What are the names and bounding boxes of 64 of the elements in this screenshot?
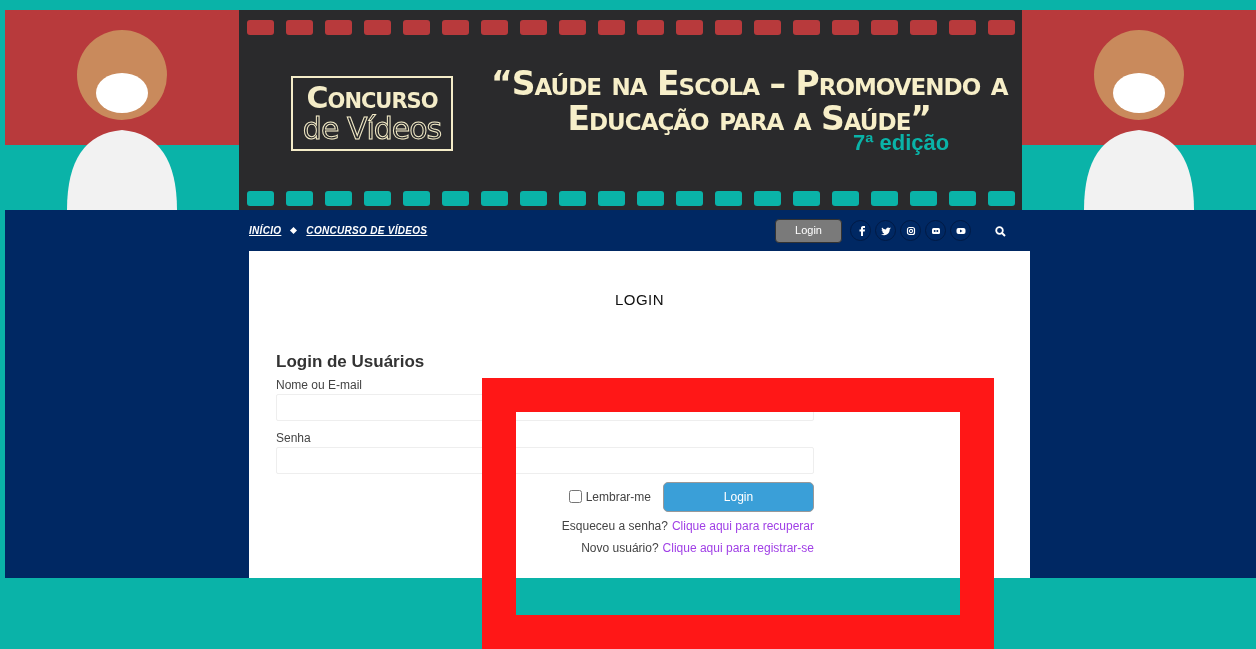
film-hole	[870, 20, 898, 35]
film-hole	[948, 20, 976, 35]
film-hole	[285, 191, 313, 206]
film-hole	[792, 20, 820, 35]
film-hole	[558, 191, 586, 206]
film-hole	[597, 20, 625, 35]
flickr-link[interactable]	[925, 220, 946, 241]
youtube-link[interactable]	[950, 220, 971, 241]
film-hole	[402, 191, 430, 206]
badge-text: Concurso	[305, 81, 438, 113]
film-hole	[597, 191, 625, 206]
film-hole	[285, 20, 313, 35]
breadcrumb-link[interactable]: INÍCIO	[249, 223, 282, 238]
film-hole	[753, 20, 781, 35]
film-hole	[948, 191, 976, 206]
form-title: Login de Usuários	[276, 351, 426, 373]
film-hole	[714, 191, 742, 206]
film-hole	[558, 20, 586, 35]
film-hole	[909, 20, 937, 35]
film-hole	[480, 20, 508, 35]
film-hole	[675, 191, 703, 206]
help-text: Esqueceu a senha?	[561, 517, 668, 534]
submit-button[interactable]: Login	[663, 481, 814, 512]
login-button[interactable]: Login	[775, 218, 842, 243]
film-hole	[402, 20, 430, 35]
instagram-link[interactable]	[900, 220, 921, 241]
film-hole	[909, 191, 937, 206]
film-hole	[675, 20, 703, 35]
checkbox-label: Lembrar-me	[585, 488, 651, 506]
film-hole	[987, 20, 1015, 35]
help-text: Novo usuário?	[581, 539, 659, 556]
film-hole	[636, 20, 664, 35]
film-hole	[324, 191, 352, 206]
film-hole	[441, 20, 469, 35]
film-hole	[753, 191, 781, 206]
help-link[interactable]: Clique aqui para registrar-se	[662, 539, 814, 556]
film-hole	[792, 191, 820, 206]
twitter-link[interactable]	[875, 220, 896, 241]
film-hole	[519, 20, 547, 35]
film-hole	[441, 191, 469, 206]
help-link[interactable]: Clique aqui para recuperar	[671, 517, 814, 534]
film-hole	[636, 191, 664, 206]
breadcrumb-link[interactable]: CONCURSO DE VÍDEOS	[306, 223, 428, 238]
film-hole	[831, 20, 859, 35]
page-heading: LOGIN	[613, 290, 666, 309]
film-hole	[519, 191, 547, 206]
film-hole	[480, 191, 508, 206]
facebook-link[interactable]	[850, 220, 871, 241]
film-hole	[363, 191, 391, 206]
film-hole	[714, 20, 742, 35]
remember-checkbox[interactable]	[568, 490, 582, 503]
field-label: Senha	[276, 429, 312, 447]
film-hole	[363, 20, 391, 35]
film-hole	[246, 191, 274, 206]
film-hole	[246, 20, 274, 35]
film-hole	[831, 191, 859, 206]
film-hole	[987, 191, 1015, 206]
film-hole	[870, 191, 898, 206]
field-label: Nome ou E-mail	[276, 376, 364, 394]
separator-icon	[290, 226, 298, 235]
badge-text: de Vídeos	[302, 113, 442, 145]
search-icon	[995, 225, 1006, 237]
input-field[interactable]	[276, 446, 814, 474]
film-hole	[324, 20, 352, 35]
